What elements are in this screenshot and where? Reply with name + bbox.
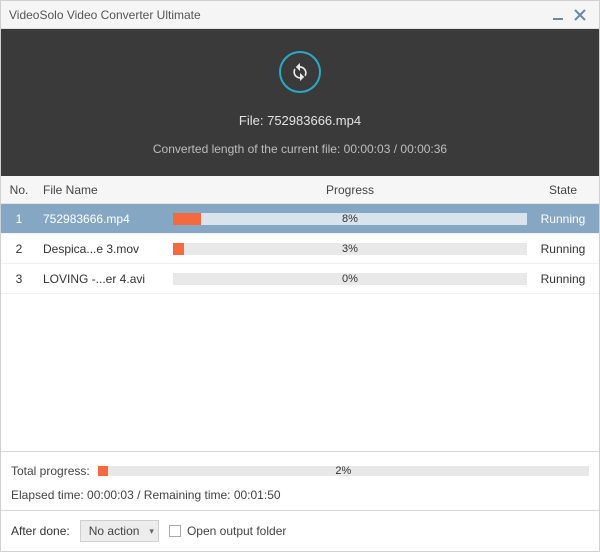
row-filename: Despica...e 3.mov (37, 242, 173, 256)
row-progress-percent: 0% (342, 273, 358, 285)
col-header-name: File Name (37, 183, 173, 197)
conversion-hero: File: 752983666.mp4 Converted length of … (1, 29, 599, 176)
current-file-name: 752983666.mp4 (267, 113, 361, 128)
row-progress-fill (173, 213, 201, 225)
footer-separator (1, 451, 599, 452)
row-state: Running (527, 212, 599, 226)
after-done-row: After done: No action ▾ Open output fold… (1, 511, 599, 551)
after-done-label: After done: (11, 524, 70, 538)
minimize-button[interactable] (547, 4, 569, 26)
row-progress-cell: 8% (173, 213, 527, 225)
total-progress-fill (98, 466, 108, 476)
open-output-checkbox[interactable]: Open output folder (169, 524, 286, 538)
chevron-down-icon: ▾ (149, 526, 154, 537)
row-filename: 752983666.mp4 (37, 212, 173, 226)
row-state: Running (527, 272, 599, 286)
converted-length-line: Converted length of the current file: 00… (153, 142, 447, 156)
checkbox-box-icon (169, 525, 181, 537)
converting-icon (279, 51, 321, 93)
col-header-no: No. (1, 183, 37, 197)
total-progress-row: Total progress: 2% (1, 458, 599, 484)
row-progress-fill (173, 243, 184, 255)
row-progress-percent: 8% (342, 213, 358, 225)
row-progress-bar: 8% (173, 213, 527, 225)
col-header-progress: Progress (173, 183, 527, 197)
table-row[interactable]: 2Despica...e 3.mov 3% Running (1, 234, 599, 264)
remaining-label: Remaining time: (144, 488, 234, 502)
total-progress-label: Total progress: (11, 464, 90, 478)
elapsed-value: 00:00:03 (87, 488, 134, 502)
elapsed-label: Elapsed time: (11, 488, 87, 502)
row-no: 1 (1, 212, 37, 226)
converted-current: 00:00:03 (344, 142, 391, 156)
after-done-select[interactable]: No action ▾ (80, 520, 159, 542)
time-sep: / (390, 142, 400, 156)
row-no: 2 (1, 242, 37, 256)
after-done-selected: No action (89, 524, 140, 538)
row-progress-cell: 0% (173, 273, 527, 285)
current-file-line: File: 752983666.mp4 (239, 113, 361, 128)
converted-total: 00:00:36 (400, 142, 447, 156)
timing-row: Elapsed time: 00:00:03 / Remaining time:… (1, 484, 599, 511)
row-no: 3 (1, 272, 37, 286)
timing-sep: / (134, 488, 144, 502)
close-button[interactable] (569, 4, 591, 26)
rows-container: 1752983666.mp48%Running2Despica...e 3.mo… (1, 204, 599, 451)
row-filename: LOVING -...er 4.avi (37, 272, 173, 286)
table-header: No. File Name Progress State (1, 176, 599, 204)
row-state: Running (527, 242, 599, 256)
titlebar: VideoSolo Video Converter Ultimate (1, 1, 599, 29)
remaining-value: 00:01:50 (234, 488, 281, 502)
row-progress-percent: 3% (342, 243, 358, 255)
open-output-label: Open output folder (187, 524, 286, 538)
col-header-state: State (527, 183, 599, 197)
row-progress-bar: 0% (173, 273, 527, 285)
table-row[interactable]: 1752983666.mp4 8% Running (1, 204, 599, 234)
app-window: VideoSolo Video Converter Ultimate File:… (0, 0, 600, 552)
total-progress-bar: 2% (98, 466, 589, 476)
window-title: VideoSolo Video Converter Ultimate (9, 8, 547, 22)
total-progress-percent: 2% (335, 465, 351, 477)
row-progress-cell: 3% (173, 243, 527, 255)
file-prefix: File: (239, 113, 267, 128)
row-progress-bar: 3% (173, 243, 527, 255)
table-row[interactable]: 3LOVING -...er 4.avi 0% Running (1, 264, 599, 294)
converted-prefix: Converted length of the current file: (153, 142, 344, 156)
